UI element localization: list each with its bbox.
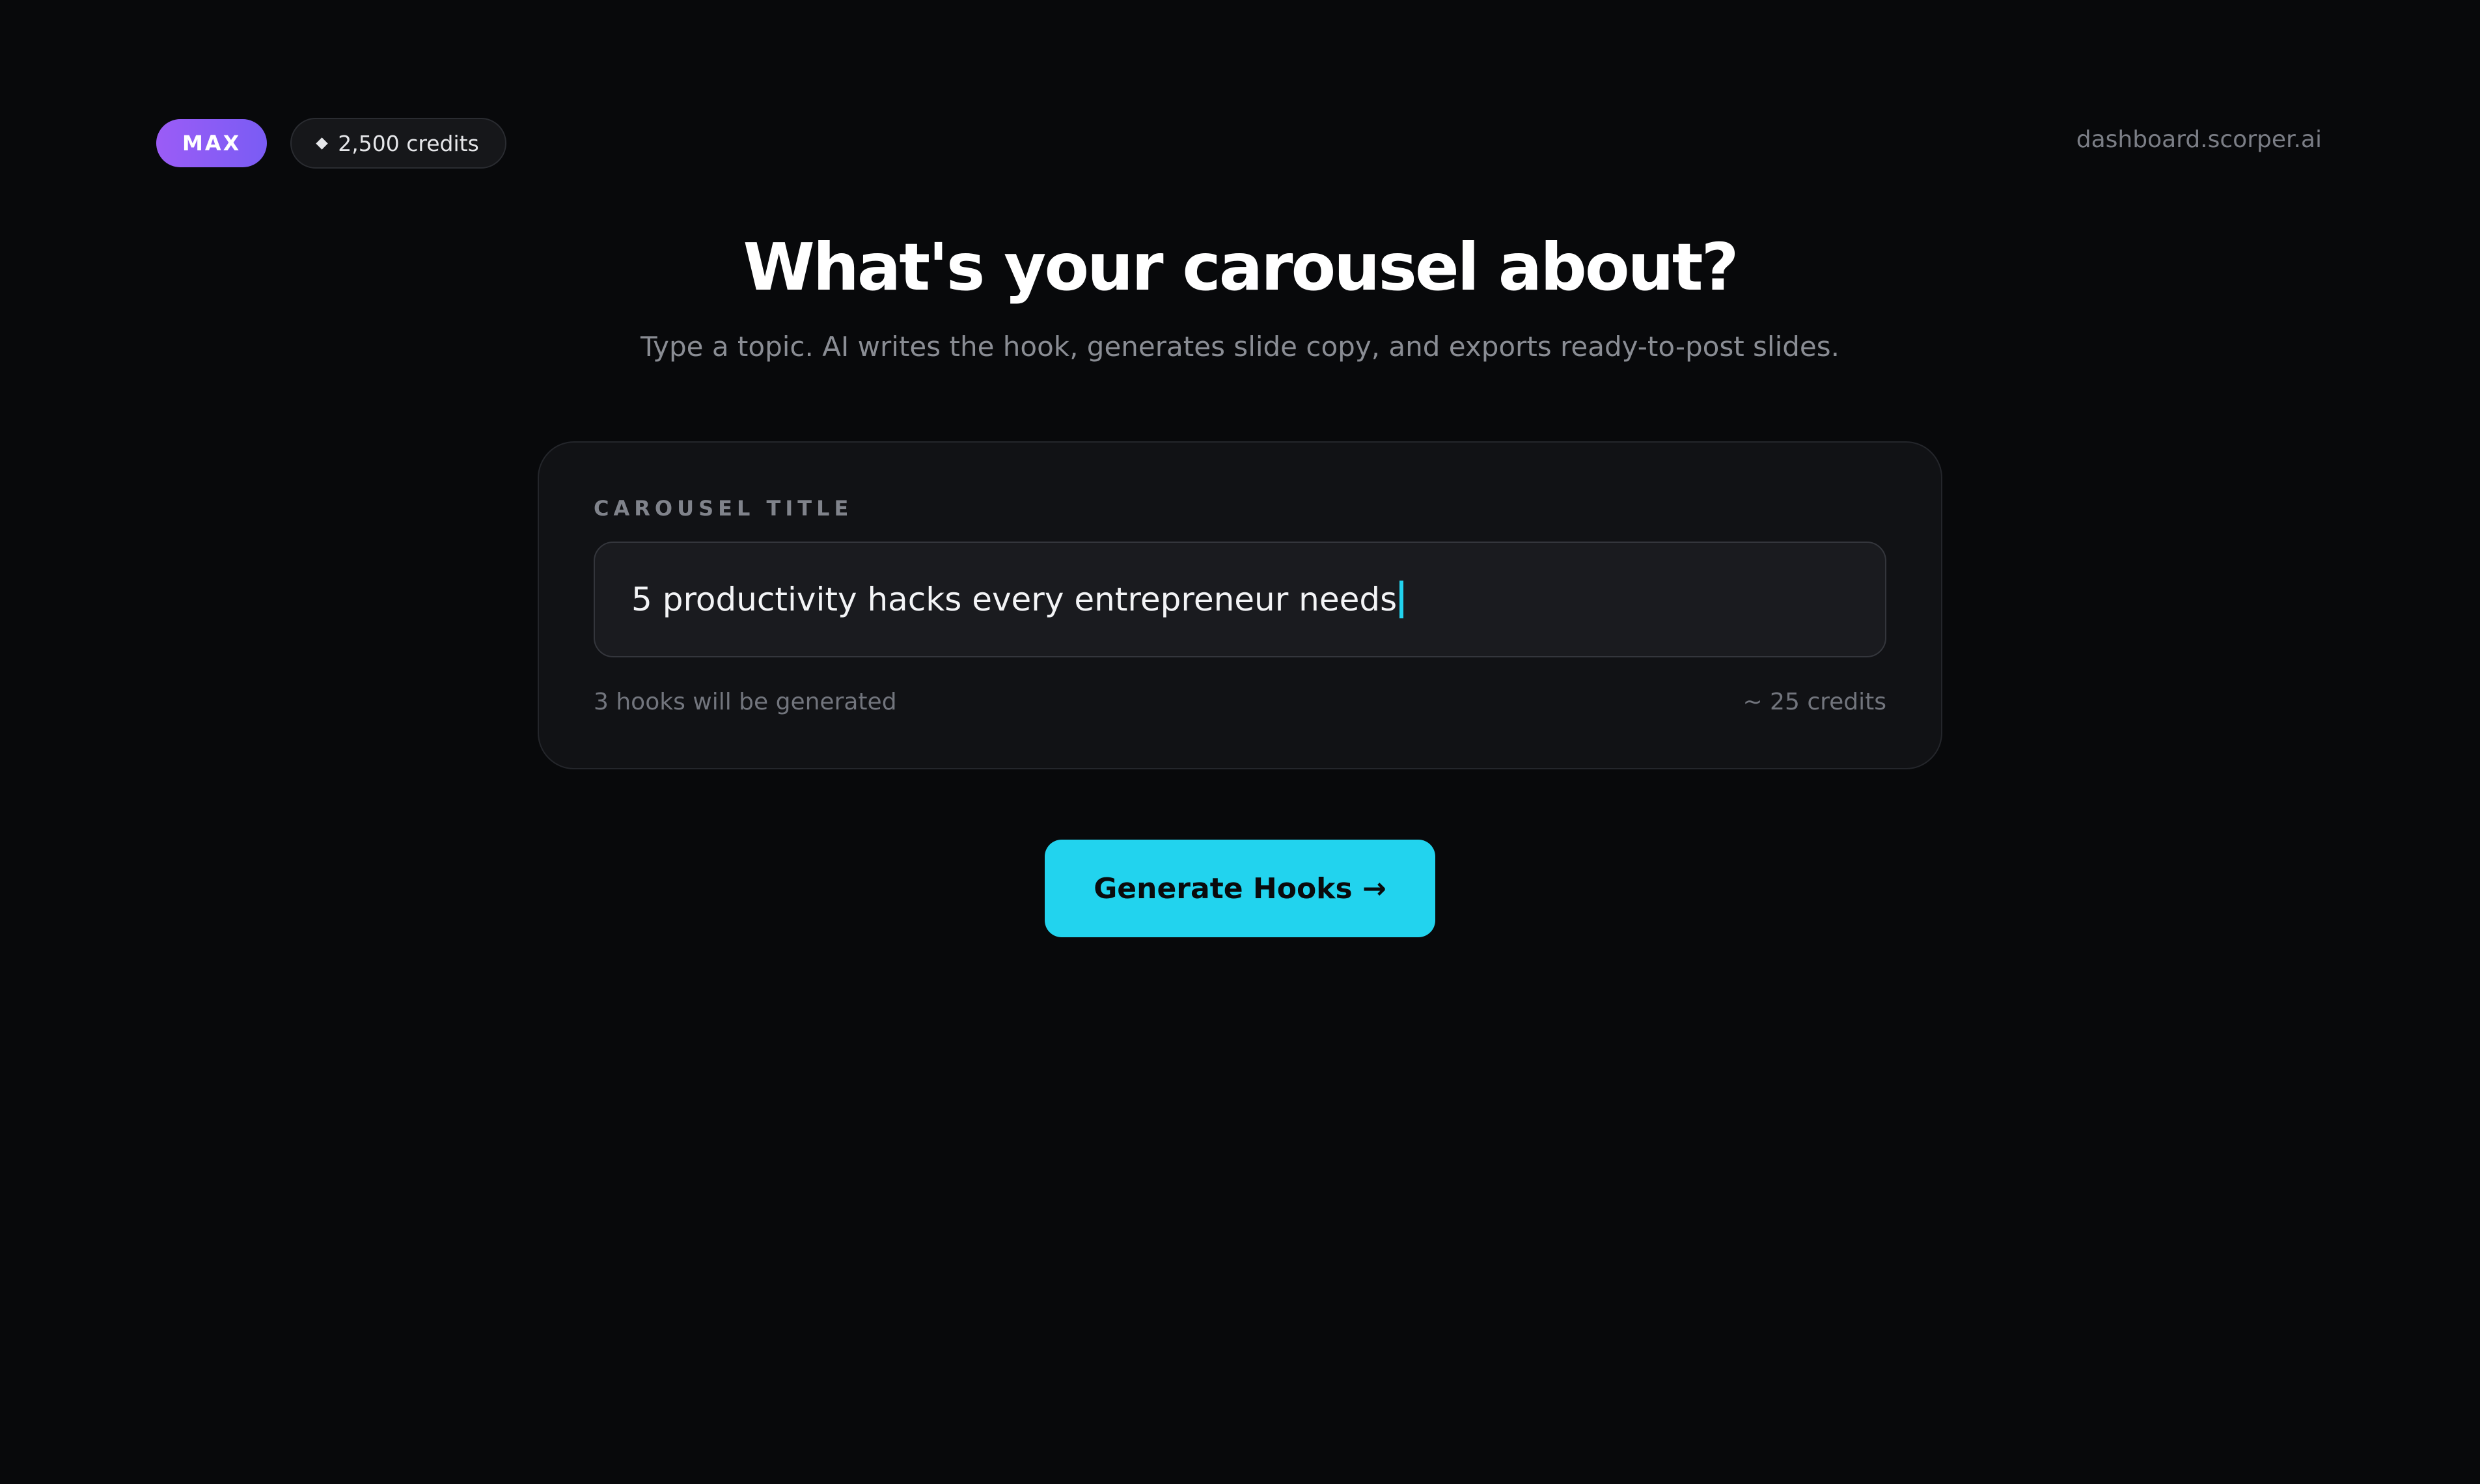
credit-cost-note: ~ 25 credits [1743,689,1886,715]
domain-label: dashboard.scorper.ai [2076,126,2322,153]
top-bar-left: MAX 2,500 credits [156,117,506,169]
hooks-count-note: 3 hooks will be generated [594,689,897,715]
diamond-icon [316,137,328,150]
text-cursor [1399,581,1404,618]
carousel-title-value: 5 productivity hacks every entrepreneur … [631,581,1398,618]
generate-hooks-label: Generate Hooks → [1094,872,1386,905]
generate-hooks-button[interactable]: Generate Hooks → [1045,840,1435,937]
page: MAX 2,500 credits dashboard.scorper.ai W… [0,0,2480,1484]
page-title: What's your carousel about? [743,229,1739,305]
credits-pill[interactable]: 2,500 credits [290,118,506,169]
carousel-title-card: CAROUSEL TITLE 5 productivity hacks ever… [538,441,1942,769]
carousel-title-input[interactable]: 5 productivity hacks every entrepreneur … [594,542,1886,657]
credits-balance: 2,500 credits [338,130,479,156]
carousel-title-label: CAROUSEL TITLE [594,496,853,521]
plan-badge: MAX [156,119,268,167]
plan-badge-label: MAX [182,131,241,156]
page-subtitle: Type a topic. AI writes the hook, genera… [641,331,1839,363]
